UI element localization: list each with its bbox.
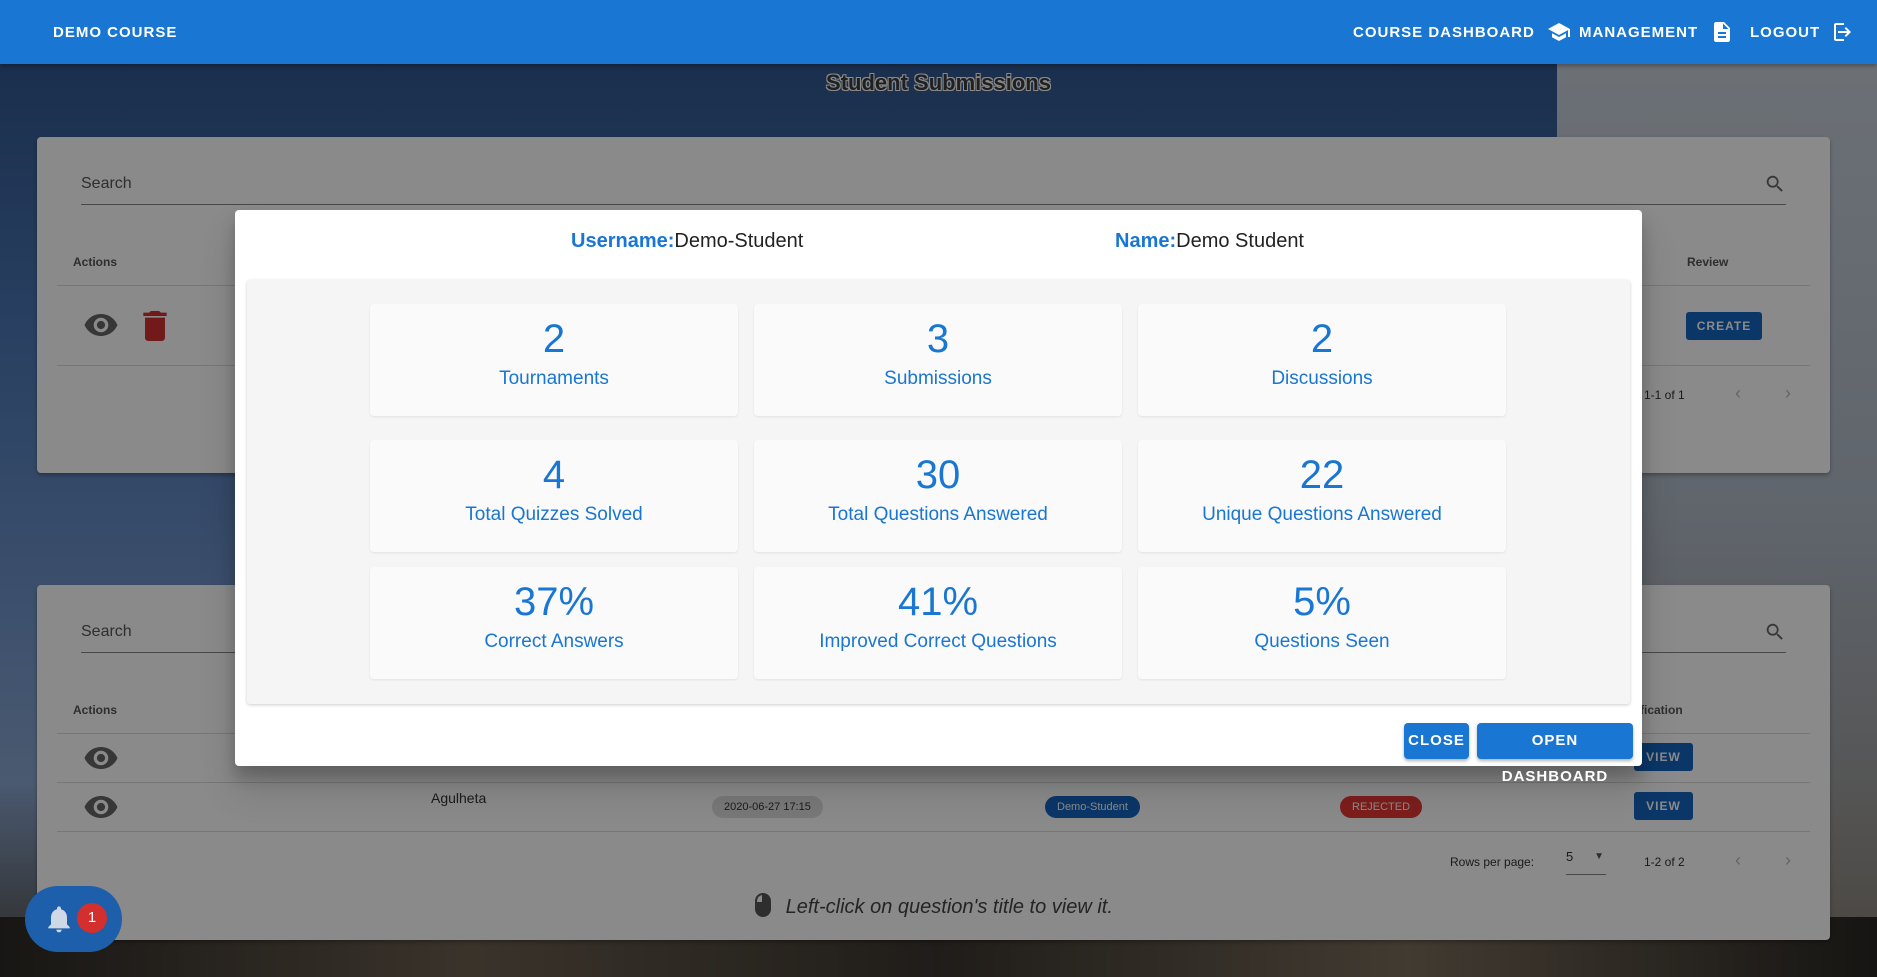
stat-label: Tournaments [499, 368, 609, 389]
stat-label: Discussions [1271, 368, 1373, 389]
stat-label: Total Quizzes Solved [465, 504, 643, 525]
stat-questions-seen: 5% Questions Seen [1138, 567, 1506, 679]
stat-label: Total Questions Answered [828, 504, 1048, 525]
stat-value: 4 [542, 453, 566, 497]
name-label: Name: [1115, 230, 1177, 252]
logout-icon [1834, 23, 1852, 41]
bell-icon [48, 906, 70, 933]
graduation-cap-icon [1547, 23, 1570, 41]
stat-value: 37% [513, 580, 595, 624]
management-label: MANAGEMENT [1579, 23, 1699, 41]
username-value: Demo-Student [674, 230, 804, 252]
stat-submissions: 3 Submissions [754, 304, 1122, 416]
stat-value: 2 [542, 317, 566, 361]
stat-correct-answers: 37% Correct Answers [370, 567, 738, 679]
stat-total-quizzes-solved: 4 Total Quizzes Solved [370, 440, 738, 552]
stat-value: 3 [926, 317, 950, 361]
notification-count-badge: 1 [77, 903, 107, 933]
stats-panel: 2 Tournaments 3 Submissions 2 Discussion… [247, 280, 1630, 704]
management-link[interactable]: MANAGEMENT [1579, 20, 1734, 44]
student-stats-dialog: Username:Demo-Student Name:Demo Student … [235, 210, 1642, 785]
logout-label: LOGOUT [1750, 23, 1821, 41]
stat-label: Questions Seen [1254, 631, 1390, 652]
stat-value: 2 [1310, 317, 1334, 361]
stat-value: 41% [897, 580, 979, 624]
stat-label: Improved Correct Questions [819, 631, 1057, 652]
stat-label: Submissions [884, 368, 992, 389]
username-label: Username: [571, 230, 675, 252]
stat-discussions: 2 Discussions [1138, 304, 1506, 416]
stat-label: Unique Questions Answered [1202, 504, 1442, 525]
stat-value: 30 [915, 453, 961, 497]
stat-label: Correct Answers [484, 631, 624, 652]
top-app-bar: DEMO COURSE COURSE DASHBOARD MANAGEMENT … [0, 0, 1877, 64]
open-dashboard-button[interactable]: OPEN DASHBOARD [1477, 723, 1633, 785]
name-value: Demo Student [1176, 230, 1304, 252]
course-dashboard-label: COURSE DASHBOARD [1353, 23, 1535, 41]
username-field: Username:Demo-Student [571, 230, 803, 253]
stat-unique-questions-answered: 22 Unique Questions Answered [1138, 440, 1506, 552]
stat-improved-correct-questions: 41% Improved Correct Questions [754, 567, 1122, 679]
stat-total-questions-answered: 30 Total Questions Answered [754, 440, 1122, 552]
document-icon [1714, 22, 1731, 42]
logout-link[interactable]: LOGOUT [1750, 20, 1856, 44]
stat-value: 5% [1293, 580, 1351, 624]
course-name[interactable]: DEMO COURSE [53, 24, 177, 41]
course-dashboard-link[interactable]: COURSE DASHBOARD [1353, 20, 1571, 44]
close-button[interactable]: CLOSE [1404, 723, 1469, 759]
stat-value: 22 [1299, 453, 1345, 497]
name-field: Name:Demo Student [1115, 230, 1304, 253]
stat-tournaments: 2 Tournaments [370, 304, 738, 416]
notifications-button[interactable]: 1 [25, 886, 122, 952]
